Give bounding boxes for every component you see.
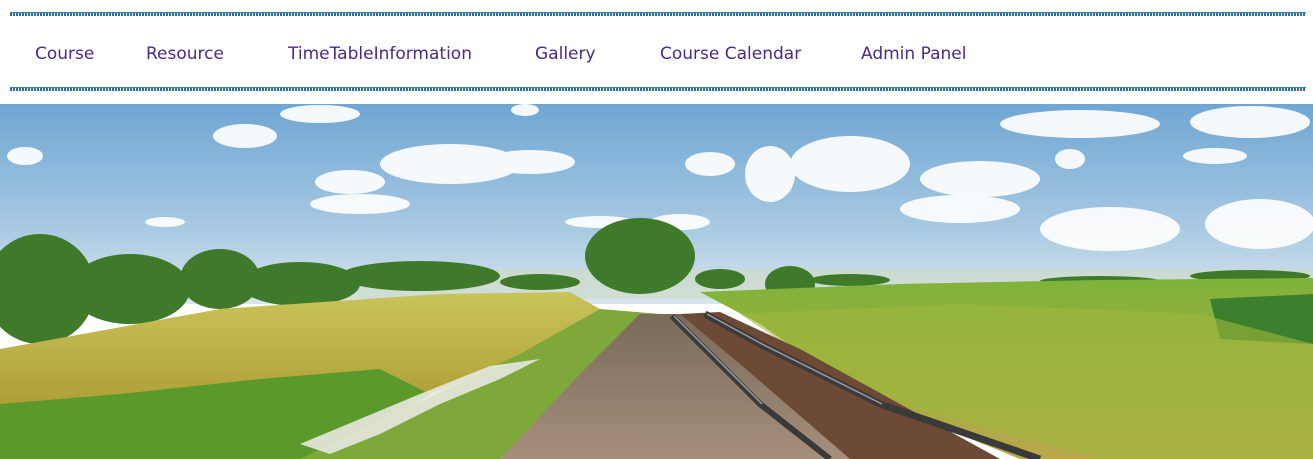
nav-item-admin-panel[interactable]: Admin Panel xyxy=(861,44,966,64)
nav-menu: Course Resource TimeTableInformation Gal… xyxy=(10,18,1306,86)
nav-item-course[interactable]: Course xyxy=(35,44,94,64)
nav-item-course-calendar[interactable]: Course Calendar xyxy=(660,44,801,64)
nav-bottom-border xyxy=(10,87,1306,91)
page: Course Resource TimeTableInformation Gal… xyxy=(0,0,1313,459)
landscape-railway-photo xyxy=(0,104,1313,459)
nav-item-resource[interactable]: Resource xyxy=(146,44,224,64)
top-navigation: Course Resource TimeTableInformation Gal… xyxy=(10,12,1306,92)
nav-item-timetable-information[interactable]: TimeTableInformation xyxy=(288,44,472,64)
hero-banner-image xyxy=(0,104,1313,459)
nav-item-gallery[interactable]: Gallery xyxy=(535,44,596,64)
nav-top-border xyxy=(10,12,1306,16)
